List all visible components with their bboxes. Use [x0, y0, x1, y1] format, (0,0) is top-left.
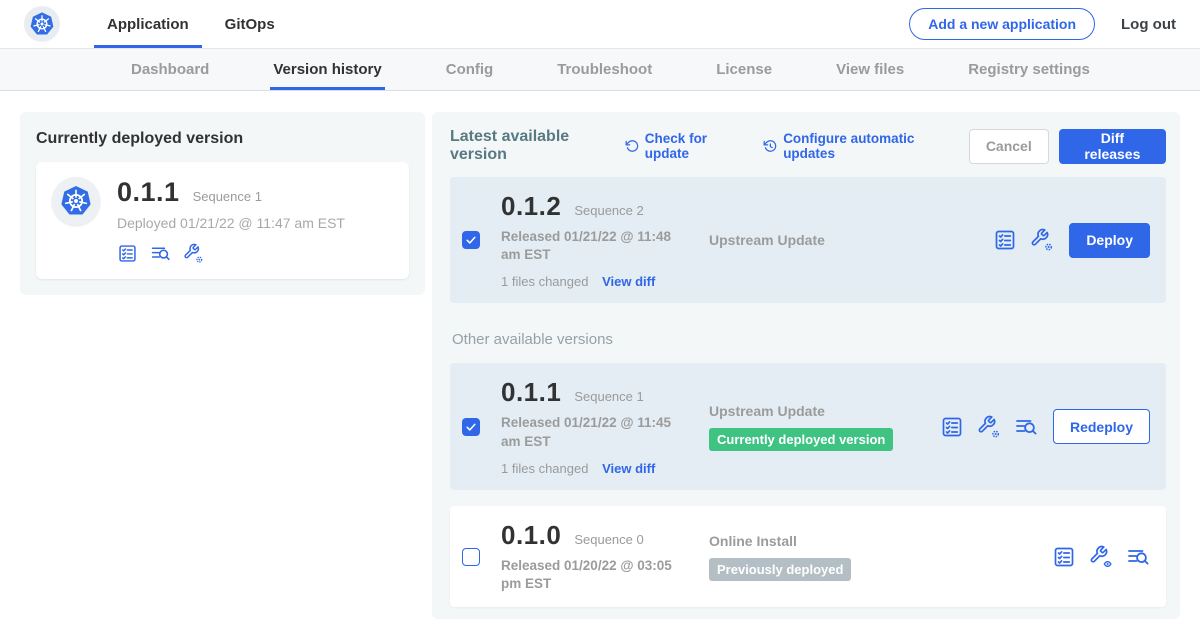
- available-versions-header: Latest available version Check for updat…: [450, 128, 1166, 164]
- currently-deployed-badge: Currently deployed version: [709, 428, 893, 451]
- preflight-checks-icon[interactable]: [993, 228, 1017, 252]
- version-source-label: Upstream Update: [709, 232, 825, 248]
- kubernetes-logo: [24, 6, 60, 42]
- diff-releases-button[interactable]: Diff releases: [1059, 129, 1166, 164]
- view-diff-link[interactable]: View diff: [602, 461, 655, 476]
- version-number: 0.1.1: [501, 377, 561, 408]
- version-number: 0.1.2: [501, 191, 561, 222]
- version-source-label: Online Install: [709, 533, 797, 549]
- currently-deployed-title: Currently deployed version: [36, 130, 409, 148]
- released-timestamp: Released 01/21/22 @ 11:45 am EST: [501, 414, 691, 450]
- tab-registry-settings[interactable]: Registry settings: [965, 49, 1093, 90]
- previously-deployed-badge: Previously deployed: [709, 558, 851, 581]
- edit-config-icon[interactable]: [183, 243, 204, 264]
- app-sub-nav: Dashboard Version history Config Trouble…: [0, 48, 1200, 91]
- check-for-update-link[interactable]: Check for update: [625, 131, 741, 161]
- version-row-0.1.0: 0.1.0 Sequence 0 Released 01/20/22 @ 03:…: [450, 506, 1166, 607]
- tab-license[interactable]: License: [713, 49, 775, 90]
- deployed-version-number: 0.1.1: [117, 177, 180, 208]
- tab-gitops[interactable]: GitOps: [212, 0, 288, 48]
- version-row-0.1.2: 0.1.2 Sequence 2 Released 01/21/22 @ 11:…: [450, 177, 1166, 303]
- version-row-0.1.1: 0.1.1 Sequence 1 Released 01/21/22 @ 11:…: [450, 363, 1166, 489]
- tab-version-history[interactable]: Version history: [270, 49, 384, 90]
- deploy-logs-icon[interactable]: [1126, 545, 1150, 569]
- version-checkbox[interactable]: [462, 418, 480, 436]
- deploy-logs-icon[interactable]: [1014, 415, 1038, 439]
- files-changed-label: 1 files changed: [501, 274, 588, 289]
- main-content: Currently deployed version 0.1.1 Sequenc…: [0, 91, 1200, 619]
- app-icon: [52, 177, 100, 225]
- version-number: 0.1.0: [501, 520, 561, 551]
- view-config-icon[interactable]: [1089, 545, 1113, 569]
- version-source-label: Upstream Update: [709, 403, 825, 419]
- deploy-logs-icon[interactable]: [150, 243, 171, 264]
- configure-automatic-updates-link[interactable]: Configure automatic updates: [763, 131, 947, 161]
- top-nav: Application GitOps Add a new application…: [0, 0, 1200, 48]
- deployed-sequence-label: Sequence 1: [193, 189, 262, 204]
- edit-config-icon[interactable]: [977, 415, 1001, 439]
- tab-dashboard[interactable]: Dashboard: [128, 49, 212, 90]
- version-checkbox[interactable]: [462, 548, 480, 566]
- cancel-button[interactable]: Cancel: [969, 129, 1049, 164]
- redeploy-button[interactable]: Redeploy: [1053, 409, 1150, 444]
- preflight-checks-icon[interactable]: [1052, 545, 1076, 569]
- edit-config-icon[interactable]: [1030, 228, 1054, 252]
- add-new-application-button[interactable]: Add a new application: [909, 8, 1095, 40]
- sequence-label: Sequence 1: [574, 389, 643, 404]
- deployed-timestamp: Deployed 01/21/22 @ 11:47 am EST: [117, 215, 345, 231]
- logout-button[interactable]: Log out: [1121, 16, 1176, 33]
- version-checkbox[interactable]: [462, 231, 480, 249]
- deployed-version-card: 0.1.1 Sequence 1 Deployed 01/21/22 @ 11:…: [36, 162, 409, 279]
- view-diff-link[interactable]: View diff: [602, 274, 655, 289]
- latest-available-title: Latest available version: [450, 128, 609, 164]
- tab-application[interactable]: Application: [94, 0, 202, 48]
- deploy-button[interactable]: Deploy: [1069, 223, 1150, 258]
- topnav-tabs: Application GitOps: [94, 0, 298, 48]
- tab-troubleshoot[interactable]: Troubleshoot: [554, 49, 655, 90]
- files-changed-label: 1 files changed: [501, 461, 588, 476]
- currently-deployed-panel: Currently deployed version 0.1.1 Sequenc…: [20, 112, 425, 295]
- preflight-checks-icon[interactable]: [940, 415, 964, 439]
- refresh-icon: [625, 138, 639, 154]
- sequence-label: Sequence 2: [574, 203, 643, 218]
- preflight-checks-icon[interactable]: [117, 243, 138, 264]
- available-versions-panel: Latest available version Check for updat…: [432, 112, 1180, 619]
- sequence-label: Sequence 0: [574, 532, 643, 547]
- other-versions-title: Other available versions: [452, 331, 1166, 348]
- tab-config[interactable]: Config: [443, 49, 496, 90]
- tab-view-files[interactable]: View files: [833, 49, 907, 90]
- released-timestamp: Released 01/20/22 @ 03:05 pm EST: [501, 557, 691, 593]
- clock-refresh-icon: [763, 138, 777, 154]
- released-timestamp: Released 01/21/22 @ 11:48 am EST: [501, 228, 691, 264]
